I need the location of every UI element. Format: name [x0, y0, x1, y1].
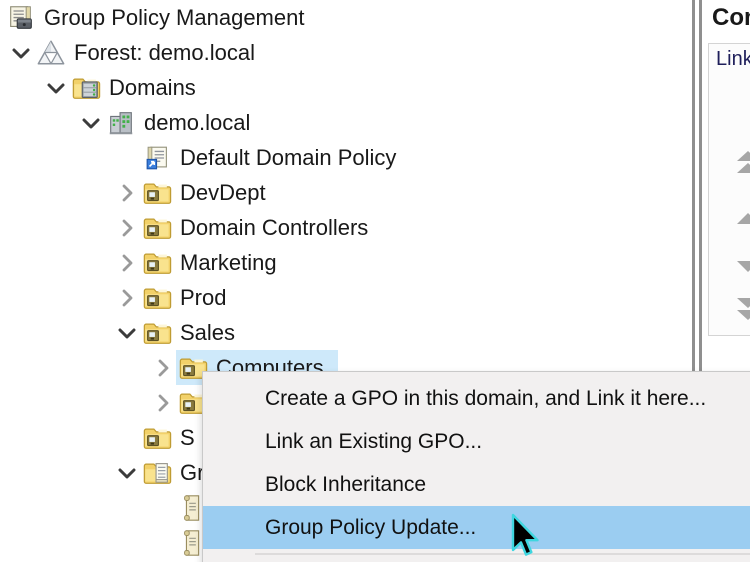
menu-item-link-existing-gpo[interactable]: Link an Existing GPO... — [203, 420, 750, 463]
tree-item-prod[interactable]: Prod — [0, 280, 692, 315]
menu-separator — [255, 553, 750, 555]
chevron-down-icon[interactable] — [78, 105, 104, 140]
ou-folder-icon — [142, 248, 172, 278]
tree-item-label: Prod — [172, 285, 226, 311]
move-to-top-button[interactable] — [736, 150, 750, 176]
tree-item-label: DevDept — [172, 180, 266, 206]
tab-linked-group-policy-objects[interactable]: Linked Group Policy Objects — [716, 48, 750, 71]
tree-item-devdept[interactable]: DevDept — [0, 175, 692, 210]
ou-folder-icon — [142, 213, 172, 243]
menu-item-create-gpo-and-link[interactable]: Create a GPO in this domain, and Link it… — [203, 377, 750, 420]
chevron-placeholder — [150, 490, 176, 525]
ou-folder-icon — [142, 178, 172, 208]
tree-item-label: S — [172, 425, 195, 451]
gpo-link-icon — [142, 143, 172, 173]
linked-gpo-tab-panel — [708, 43, 750, 336]
tree-item-label: Forest: demo.local — [66, 40, 255, 66]
chevron-placeholder — [150, 525, 176, 560]
chevron-right-icon[interactable] — [150, 385, 176, 420]
gpmc-window: Group Policy Management Forest: demo.loc… — [0, 0, 750, 562]
panel-title: Computers — [712, 4, 750, 32]
tree-item-default-domain-policy[interactable]: Default Domain Policy — [0, 140, 692, 175]
chevron-right-icon[interactable] — [114, 280, 140, 315]
chevron-down-icon[interactable] — [114, 315, 140, 350]
tree-item-label: Sales — [172, 320, 235, 346]
ou-folder-icon — [142, 318, 172, 348]
tree-item-label: Domain Controllers — [172, 215, 368, 241]
tree-item-label: Marketing — [172, 250, 277, 276]
chevron-right-icon[interactable] — [114, 210, 140, 245]
domains-folder-icon — [71, 73, 101, 103]
tree-item-domain-controllers[interactable]: Domain Controllers — [0, 210, 692, 245]
ou-folder-icon — [142, 423, 172, 453]
menu-item-block-inheritance[interactable]: Block Inheritance — [203, 463, 750, 506]
tree-item-domains[interactable]: Domains — [0, 70, 692, 105]
tree-item-sales[interactable]: Sales — [0, 315, 692, 350]
chevron-placeholder — [114, 140, 140, 175]
chevron-right-icon[interactable] — [114, 245, 140, 280]
domain-icon — [106, 108, 136, 138]
ou-folder-icon — [142, 283, 172, 313]
tree-item-group-policy-management[interactable]: Group Policy Management — [0, 0, 692, 35]
tree-item-demo-local[interactable]: demo.local — [0, 105, 692, 140]
chevron-down-icon[interactable] — [43, 70, 69, 105]
forest-icon — [36, 38, 66, 68]
chevron-right-icon[interactable] — [150, 350, 176, 385]
tree-item-label: Default Domain Policy — [172, 145, 396, 171]
chevron-down-icon[interactable] — [8, 35, 34, 70]
menu-item-group-policy-update[interactable]: Group Policy Update... — [203, 506, 750, 549]
chevron-placeholder — [114, 420, 140, 455]
tree-item-marketing[interactable]: Marketing — [0, 245, 692, 280]
move-down-button[interactable] — [736, 259, 750, 274]
gpmc-console-icon — [6, 3, 36, 33]
tree-item-label: demo.local — [136, 110, 250, 136]
mouse-cursor-icon — [510, 513, 542, 561]
context-menu: Create a GPO in this domain, and Link it… — [202, 371, 750, 562]
move-to-bottom-button[interactable] — [736, 296, 750, 322]
gpo-container-icon — [142, 458, 172, 488]
chevron-right-icon[interactable] — [114, 175, 140, 210]
tree-item-label: Group Policy Management — [36, 5, 304, 31]
move-up-button[interactable] — [736, 211, 750, 226]
tree-item-label: Domains — [101, 75, 196, 101]
chevron-down-icon[interactable] — [114, 455, 140, 490]
tree-item-forest[interactable]: Forest: demo.local — [0, 35, 692, 70]
